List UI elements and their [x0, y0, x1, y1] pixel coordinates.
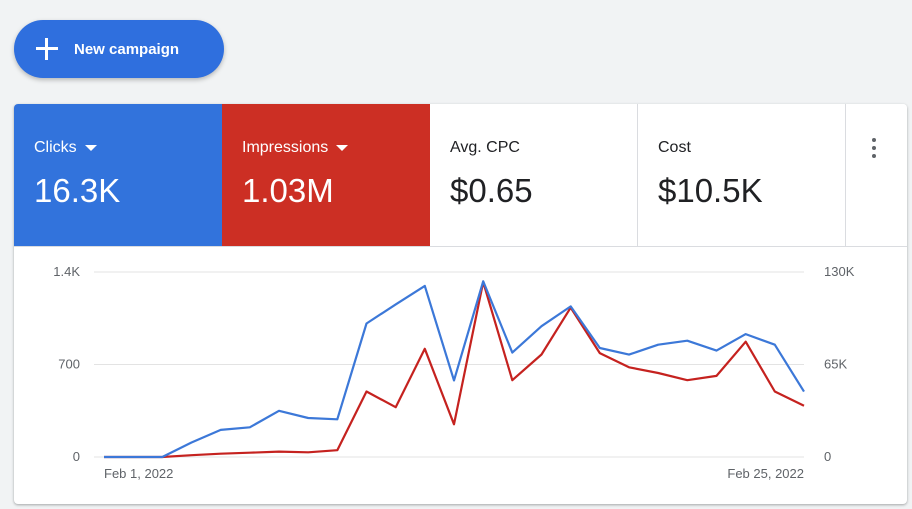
- metric-tile-cost[interactable]: Cost $10.5K: [638, 104, 846, 246]
- metric-value-clicks: 16.3K: [34, 172, 121, 209]
- y-left-tick-label: 1.4K: [53, 264, 80, 279]
- metric-tile-clicks[interactable]: Clicks 16.3K: [14, 104, 222, 246]
- y-right-tick-label: 130K: [824, 264, 855, 279]
- performance-line-chart: 0 0 700 65K 1.4K 130K Feb 1, 2022 Feb 25, 2022: [53, 264, 855, 481]
- y-right-tick-label: 0: [824, 449, 831, 464]
- metric-tile-avg-cpc[interactable]: Avg. CPC $0.65: [430, 104, 638, 246]
- x-tick-label: Feb 1, 2022: [104, 466, 173, 481]
- y-left-tick-label: 0: [73, 449, 80, 464]
- metric-label-impressions: Impressions: [242, 139, 329, 156]
- metric-tile-impressions[interactable]: Impressions 1.03M: [222, 104, 430, 246]
- x-tick-label: Feb 25, 2022: [727, 466, 804, 481]
- metric-label-avg-cpc: Avg. CPC: [450, 139, 520, 156]
- new-campaign-button[interactable]: New campaign: [14, 20, 224, 78]
- caret-down-icon[interactable]: [336, 145, 349, 151]
- new-campaign-label: New campaign: [74, 40, 180, 58]
- performance-card: Clicks 16.3K Impressions 1.03M Avg. CPC …: [14, 104, 907, 504]
- metric-label-clicks: Clicks: [34, 139, 77, 156]
- y-left-tick-label: 700: [58, 357, 80, 372]
- metric-value-impressions: 1.03M: [242, 172, 334, 209]
- metric-value-avg-cpc: $0.65: [450, 172, 533, 209]
- y-right-tick-label: 65K: [824, 357, 847, 372]
- caret-down-icon[interactable]: [84, 145, 97, 151]
- metric-value-cost: $10.5K: [658, 172, 763, 209]
- metric-label-cost: Cost: [658, 139, 691, 156]
- more-options-icon[interactable]: [871, 138, 877, 160]
- series-line-clicks: [104, 280, 805, 459]
- series-line-impressions: [104, 280, 805, 459]
- metric-tiles: Clicks 16.3K Impressions 1.03M Avg. CPC …: [14, 104, 907, 247]
- plus-icon: [36, 38, 58, 60]
